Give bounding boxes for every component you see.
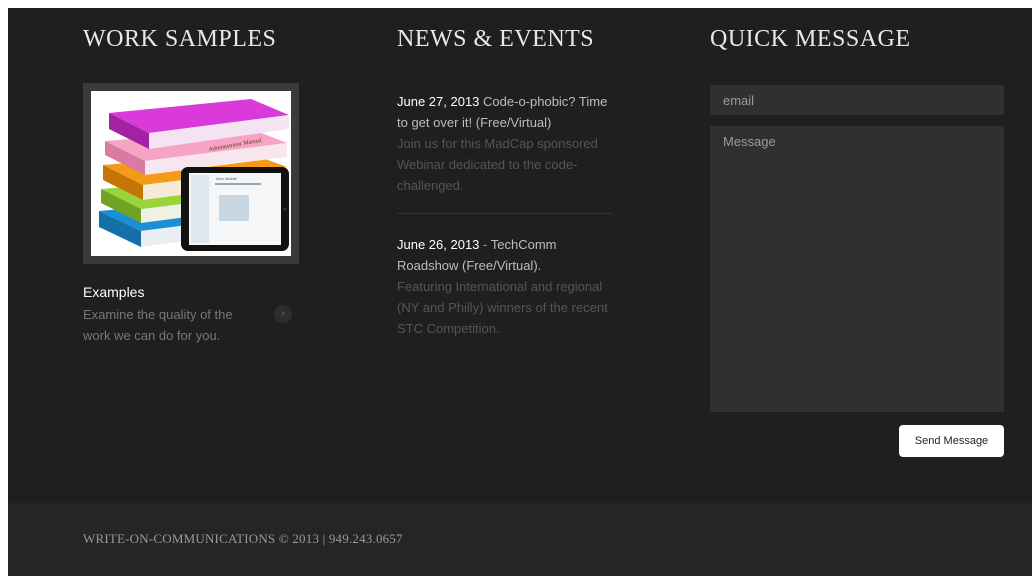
footer-copyright: WRITE-ON-COMMUNICATIONS © 2013 | 949.243… bbox=[83, 531, 403, 546]
work-sample-title[interactable]: Examples bbox=[83, 284, 144, 300]
tablet-screen-text: Infor Mobile bbox=[216, 176, 238, 181]
news-events-heading: NEWS & EVENTS bbox=[397, 26, 595, 52]
work-sample-thumbnail[interactable]: Administrator Manual Infor Mobile bbox=[91, 91, 291, 256]
send-message-button[interactable]: Send Message bbox=[899, 425, 1004, 457]
news-body: Join us for this MadCap sponsored Webina… bbox=[397, 136, 598, 193]
news-body: Featuring International and regional (NY… bbox=[397, 279, 608, 336]
email-field[interactable] bbox=[710, 85, 1004, 115]
news-date: June 26, 2013 bbox=[397, 237, 480, 252]
news-item: June 27, 2013 Code-o-phobic? Time to get… bbox=[397, 91, 612, 196]
news-date: June 27, 2013 bbox=[397, 94, 480, 109]
news-divider bbox=[397, 213, 612, 214]
work-samples-heading: WORK SAMPLES bbox=[83, 26, 277, 52]
site-footer: WRITE-ON-COMMUNICATIONS © 2013 | 949.243… bbox=[8, 503, 1032, 576]
message-field[interactable] bbox=[710, 126, 1004, 412]
news-separator: - bbox=[483, 237, 488, 252]
books-and-tablet-illustration: Administrator Manual Infor Mobile bbox=[91, 91, 291, 256]
work-sample-thumbnail-frame[interactable]: Administrator Manual Infor Mobile bbox=[83, 83, 299, 264]
chevron-right-icon[interactable]: › bbox=[274, 305, 292, 323]
quick-message-heading: QUICK MESSAGE bbox=[710, 26, 911, 52]
footer-widgets-area: WORK SAMPLES Administrator Manual Infor … bbox=[8, 8, 1032, 576]
news-item: June 26, 2013 - TechComm Roadshow (Free/… bbox=[397, 234, 612, 339]
work-sample-description: Examine the quality of the work we can d… bbox=[83, 307, 233, 343]
